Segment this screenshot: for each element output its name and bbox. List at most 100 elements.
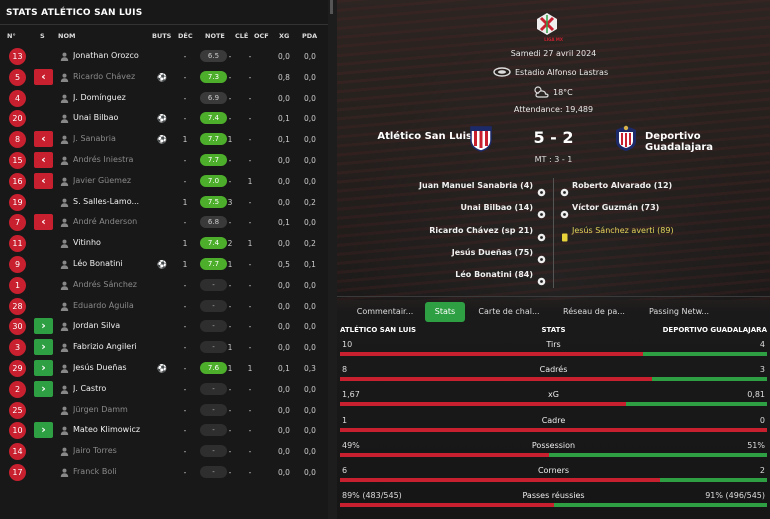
player-name[interactable]: Andrés Sánchez [73,280,153,289]
player-row[interactable]: 2 › J. Castro - - - -0,0 0,0 [0,379,328,400]
player-row[interactable]: 1 Andrés Sánchez - - - -0,0 0,0 [0,275,328,296]
away-team-name[interactable]: Deportivo Guadalajara [645,131,770,153]
player-row[interactable]: 10 › Mateo Klimowicz - - - -0,0 0,0 [0,420,328,441]
person-icon [60,156,69,165]
player-row[interactable]: 29 › Jesús Dueñas ⚽ -7.6 1 1 0,1 0,3 [0,358,328,379]
player-row[interactable]: 19 S. Salles-Lamo... 1 7.5 3-0,0 0,2 [0,192,328,213]
substituted-in-icon: › [34,380,53,397]
shirt-number: 9 [9,256,26,273]
goal-ball-icon: ⚽ [157,114,167,124]
player-row[interactable]: 30 › Jordan Silva - - - -0,0 0,0 [0,316,328,337]
player-row[interactable]: 5 ‹ Ricardo Chávez ⚽ -7.3- -0,8 0,0 [0,67,328,88]
stat-row: 89% (483/545) Passes réussies 91% (496/545… [337,491,770,515]
key-passes-value: - [228,426,232,436]
tab-passing-network[interactable]: Passing Netw... [639,302,719,322]
player-row[interactable]: 11 Vitinho 1 7.4 2 1 0,0 0,2 [0,233,328,254]
player-row[interactable]: 7 ‹ André Anderson -6.8- -0,1 0,0 [0,212,328,233]
col-header-assists[interactable]: DÉC [178,32,193,40]
col-header-num[interactable]: N° [7,32,16,40]
match-panel: LIGA MX Samedi 27 avril 2024 Estadio Alf… [337,0,770,519]
player-name[interactable]: Jordan Silva [73,321,153,330]
col-header-xa[interactable]: PDA [302,32,317,40]
chances-value: 1 [247,239,253,249]
chances-value: - [248,135,252,145]
player-name[interactable]: J. Castro [73,384,153,393]
player-name[interactable]: Eduardo Águila [73,301,153,310]
shirt-number: 16 [9,172,26,190]
player-row[interactable]: 9 Léo Bonatini ⚽ 1 7.7 1-0,5 0,1 [0,254,328,275]
away-goal-event[interactable]: Roberto Alvarado (12) [572,181,672,190]
player-name[interactable]: Andrés Iniestra [73,155,153,164]
xg-value: 0,0 [278,197,290,207]
person-icon [60,198,69,207]
player-row[interactable]: 15 ‹ Andrés Iniestra -7.7- -0,0 0,0 [0,150,328,171]
player-name[interactable]: Javier Güemez [73,176,153,185]
scrollbar[interactable] [330,0,333,14]
player-row[interactable]: 17 Franck Boli - - - -0,0 0,0 [0,462,328,483]
home-share-fill [340,478,661,482]
key-passes-value: - [228,93,232,103]
away-goal-event[interactable]: Víctor Guzmán (73) [572,203,659,212]
col-header-key-passes[interactable]: CLÉ [235,32,248,40]
stat-label: Cadrés [539,365,568,375]
col-header-chances[interactable]: OCF [254,32,269,40]
home-goal-event[interactable]: Léo Bonatini (84) [455,270,533,279]
player-name[interactable]: André Anderson [73,217,153,226]
away-card-event[interactable]: Jesús Sánchez averti (89) [572,226,674,235]
player-row[interactable]: 20 Unai Bilbao ⚽ -7.4- -0,1 0,0 [0,108,328,129]
key-passes-value: 1 [227,343,233,353]
away-stat-value: 4 [759,340,765,349]
stat-label: Cadre [541,415,566,425]
col-header-sub[interactable]: S [40,32,45,40]
home-goal-event[interactable]: Unai Bilbao (14) [460,203,533,212]
person-icon [60,281,69,290]
col-header-goals[interactable]: BUTS [152,32,171,40]
player-row[interactable]: 16 ‹ Javier Güemez -7.0-1 0,0 0,0 [0,171,328,192]
home-goal-event[interactable]: Jesús Dueñas (75) [452,248,533,257]
player-name[interactable]: Franck Boli [73,467,153,476]
person-icon [60,364,69,373]
person-icon [60,135,69,145]
player-row[interactable]: 13 Jonathan Orozco -6.5- -0,0 0,0 [0,46,328,67]
player-row[interactable]: 14 Jairo Torres - - - -0,0 0,0 [0,441,328,462]
shirt-number: 15 [9,152,26,169]
home-goal-event[interactable]: Ricardo Chávez (sp 21) [429,226,533,235]
player-name[interactable]: J. Sanabria [73,134,153,143]
tab-stats[interactable]: Stats [425,302,465,322]
player-stats-panel: STATS ATLÉTICO SAN LUIS N° S NOM BUTS DÉ… [0,0,328,519]
xa-value: 0,0 [304,447,316,457]
player-name[interactable]: Jürgen Damm [73,405,153,414]
player-name[interactable]: Léo Bonatini [73,259,153,268]
player-name[interactable]: Mateo Klimowicz [73,425,153,434]
assists-value: 1 [182,239,188,249]
tab-passing-network-fr[interactable]: Réseau de pa... [554,302,634,322]
shirt-number: 4 [9,89,26,107]
player-name[interactable]: S. Salles-Lamo... [73,197,153,206]
player-name[interactable]: Ricardo Chávez [73,72,153,81]
player-row[interactable]: 8 ‹ J. Sanabria ⚽ 1 7.7 1-0,1 0,0 [0,129,328,150]
player-row[interactable]: 4 J. Domínguez -6.9- -0,0 0,0 [0,88,328,109]
player-name[interactable]: J. Domínguez [73,93,153,102]
player-row[interactable]: 25 Jürgen Damm - - - -0,0 0,0 [0,400,328,421]
col-header-name[interactable]: NOM [58,32,75,40]
col-header-xg[interactable]: XG [279,32,289,40]
player-name[interactable]: Unai Bilbao [73,113,153,122]
xa-value: 0,0 [304,301,316,311]
person-icon [60,218,69,228]
home-goal-event[interactable]: Juan Manuel Sanabria (4) [419,181,533,190]
tab-heatmap[interactable]: Carte de chal... [469,302,549,322]
player-name[interactable]: Jairo Torres [73,446,153,455]
player-name[interactable]: Fabrizio Angileri [73,342,153,351]
away-team-crest[interactable] [613,124,639,152]
col-header-rating[interactable]: NOTE [205,32,225,40]
person-icon [60,343,69,353]
player-name[interactable]: Jesús Dueñas [73,363,153,372]
tab-commentary[interactable]: Commentair... [345,302,425,322]
player-row[interactable]: 3 › Fabrizio Angileri - -1-0,0 0,0 [0,337,328,358]
player-name[interactable]: Jonathan Orozco [73,51,153,60]
player-name[interactable]: Vitinho [73,238,153,247]
shirt-number: 13 [9,48,26,65]
assists-value: 1 [182,135,188,145]
goal-ball-icon [560,204,569,219]
player-row[interactable]: 28 Eduardo Águila - - - -0,0 0,0 [0,296,328,317]
